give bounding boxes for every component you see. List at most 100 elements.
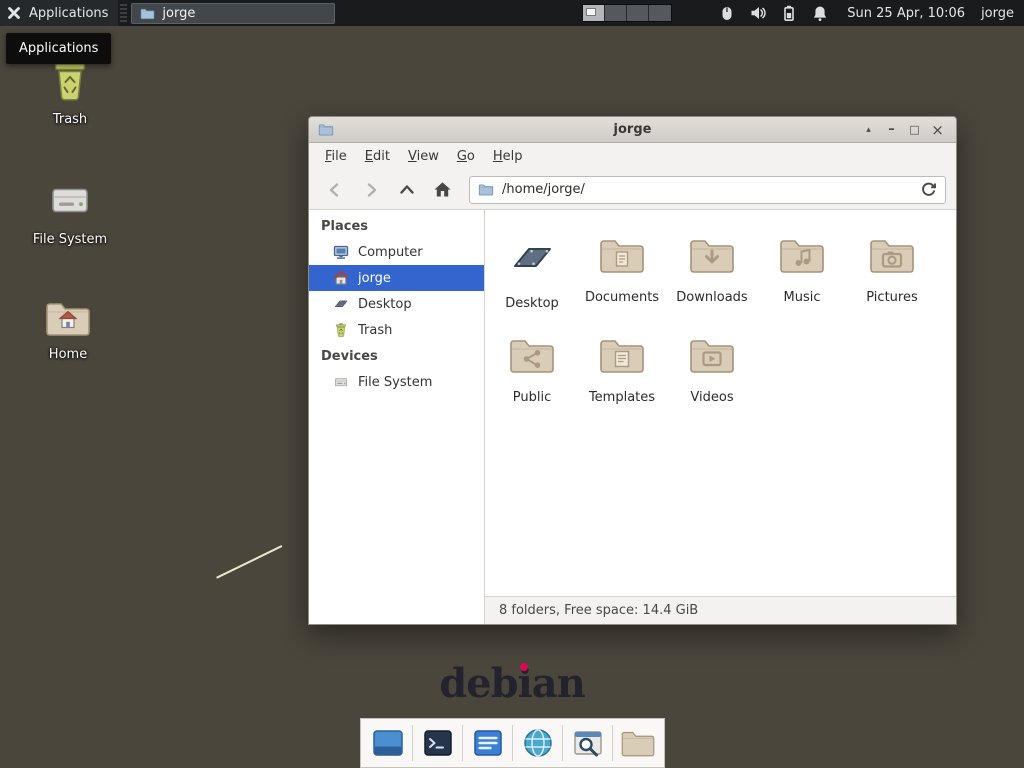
panel-handle[interactable] <box>120 4 127 22</box>
file-item-public[interactable]: Public <box>487 320 577 420</box>
file-item-label: Documents <box>585 290 659 305</box>
web-browser-launcher[interactable] <box>517 722 558 764</box>
top-panel: Applications jorge Sun 25 Apr, 10:06 <box>0 0 1024 26</box>
workspace-3[interactable] <box>627 5 649 21</box>
minimize-button[interactable]: – <box>882 120 901 139</box>
desktop-launcher-icon <box>371 726 405 760</box>
statusbar-text: 8 folders, Free space: 14.4 GiB <box>499 603 698 618</box>
maximize-button[interactable]: □ <box>905 120 924 139</box>
sidebar-item-desktop[interactable]: Desktop <box>309 291 484 317</box>
dock-separator <box>612 725 613 761</box>
close-button[interactable]: × <box>928 120 947 139</box>
power-tray-icon[interactable] <box>780 4 798 22</box>
back-button[interactable] <box>319 175 350 204</box>
music-folder-icon <box>778 234 826 276</box>
sidebar-item-trash[interactable]: Trash <box>309 317 484 343</box>
home-button[interactable] <box>427 175 458 204</box>
debian-logo-text: deb <box>439 660 517 707</box>
desktop-icon-trash[interactable]: Trash <box>22 56 118 127</box>
debian-logo: debian <box>0 660 1024 707</box>
menu-help[interactable]: Help <box>484 145 532 168</box>
up-icon <box>398 181 416 199</box>
file-list: Desktop Documents Downloads <box>485 210 956 596</box>
applications-tooltip: Applications <box>6 33 111 64</box>
dock-separator <box>462 725 463 761</box>
desktop-artifact-line <box>216 545 282 579</box>
applications-menu-label: Applications <box>29 6 108 21</box>
public-folder-icon <box>508 334 556 376</box>
reload-button[interactable] <box>920 181 937 198</box>
terminal-alt-launcher[interactable] <box>467 722 508 764</box>
sidebar-item-label: Trash <box>358 323 392 338</box>
taskbar-window-button[interactable]: jorge <box>131 3 335 24</box>
menubar: File Edit View Go Help <box>309 143 956 170</box>
notifications-tray-icon[interactable] <box>811 4 829 22</box>
window-titlebar[interactable]: jorge ▴ – □ × <box>309 117 956 143</box>
menu-view[interactable]: View <box>399 145 448 168</box>
volume-tray-icon[interactable] <box>749 4 767 22</box>
desktop-icon-home[interactable]: Home <box>20 297 116 362</box>
menu-file[interactable]: File <box>316 145 356 168</box>
app-finder-launcher[interactable] <box>567 722 608 764</box>
file-manager-launcher[interactable] <box>617 722 658 764</box>
places-header: Places <box>309 213 484 239</box>
window-folder-icon <box>318 123 334 136</box>
desktop-icon-file-system[interactable]: File System <box>22 176 118 247</box>
sidebar-item-label: jorge <box>358 271 391 286</box>
forward-button[interactable] <box>355 175 386 204</box>
trash-icon <box>333 322 349 338</box>
file-item-pictures[interactable]: Pictures <box>847 220 937 320</box>
dock-separator <box>412 725 413 761</box>
pathbar-input[interactable] <box>502 182 912 197</box>
desktop-icon-label: Trash <box>53 112 87 127</box>
file-item-documents[interactable]: Documents <box>577 220 667 320</box>
file-item-desktop[interactable]: Desktop <box>487 220 577 320</box>
menu-go[interactable]: Go <box>448 145 484 168</box>
drive-icon <box>333 374 349 390</box>
sidebar-item-file-system[interactable]: File System <box>309 369 484 395</box>
toolbar <box>309 170 956 210</box>
panel-clock[interactable]: Sun 25 Apr, 10:06 <box>847 6 965 21</box>
menu-edit[interactable]: Edit <box>356 145 399 168</box>
workspace-pager[interactable] <box>582 4 672 22</box>
file-item-videos[interactable]: Videos <box>667 320 757 420</box>
computer-icon <box>333 244 349 260</box>
file-item-downloads[interactable]: Downloads <box>667 220 757 320</box>
statusbar: 8 folders, Free space: 14.4 GiB <box>485 596 956 624</box>
up-button[interactable] <box>391 175 422 204</box>
home-folder-icon <box>44 297 92 339</box>
bottom-dock <box>360 718 665 768</box>
pathbar-folder-icon <box>478 183 494 196</box>
file-item-label: Downloads <box>676 290 747 305</box>
shade-button[interactable]: ▴ <box>859 120 878 139</box>
mouse-tray-icon[interactable] <box>718 4 736 22</box>
videos-folder-icon <box>688 334 736 376</box>
pathbar[interactable] <box>469 176 946 204</box>
desktop-icon-label: Home <box>49 347 87 362</box>
home-icon <box>433 180 452 199</box>
file-item-templates[interactable]: Templates <box>577 320 667 420</box>
back-icon <box>326 181 344 199</box>
system-tray <box>718 4 829 22</box>
magnifier-icon <box>571 726 605 760</box>
sidebar-item-jorge[interactable]: jorge <box>309 265 484 291</box>
terminal-launcher[interactable] <box>417 722 458 764</box>
downloads-folder-icon <box>688 234 736 276</box>
file-item-music[interactable]: Music <box>757 220 847 320</box>
desktop-launcher[interactable] <box>367 722 408 764</box>
sidebar-item-label: Computer <box>358 245 423 260</box>
file-item-label: Videos <box>690 390 733 405</box>
file-item-label: Templates <box>589 390 655 405</box>
applications-menu-button[interactable]: Applications <box>0 0 118 26</box>
sidebar-item-label: File System <box>358 375 432 390</box>
file-manager-window: jorge ▴ – □ × File Edit View Go Help <box>308 116 957 625</box>
globe-icon <box>521 726 555 760</box>
sidebar: Places Computer jorge <box>309 210 485 624</box>
file-item-label: Desktop <box>505 296 559 311</box>
workspace-2[interactable] <box>605 5 627 21</box>
workspace-4[interactable] <box>649 5 671 21</box>
sidebar-item-computer[interactable]: Computer <box>309 239 484 265</box>
dock-separator <box>562 725 563 761</box>
templates-folder-icon <box>598 334 646 376</box>
workspace-1[interactable] <box>583 5 605 21</box>
